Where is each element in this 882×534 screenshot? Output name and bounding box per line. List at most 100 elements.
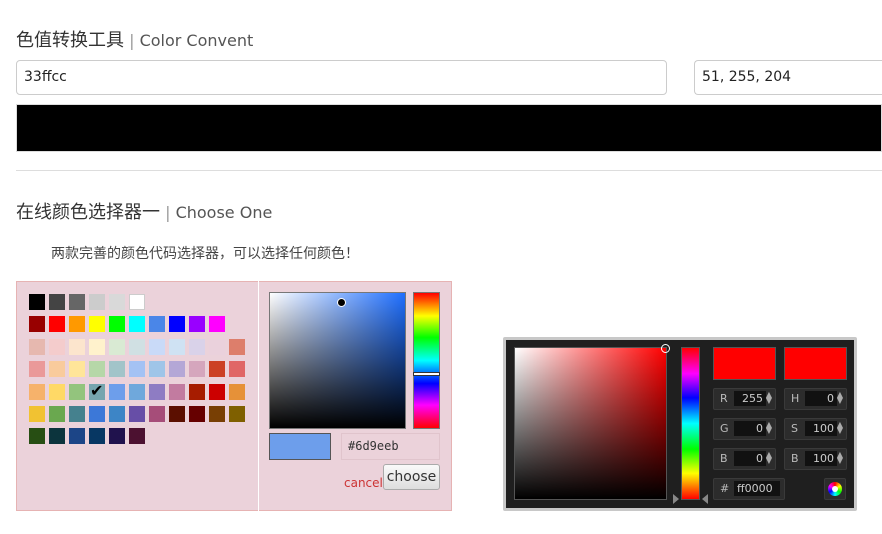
palette-swatch[interactable]: [129, 361, 145, 377]
choose-button[interactable]: choose: [383, 464, 440, 490]
palette-swatch[interactable]: [189, 339, 205, 355]
hex-input[interactable]: 33ffcc: [16, 60, 667, 95]
palette-swatch[interactable]: [149, 361, 165, 377]
spinner-icon[interactable]: ▲ ▼: [766, 421, 772, 435]
palette-swatch[interactable]: [29, 316, 45, 332]
palette-swatch[interactable]: [189, 361, 205, 377]
palette-swatch[interactable]: [129, 339, 145, 355]
hex-field[interactable]: # ff0000: [713, 478, 785, 500]
spinner-icon[interactable]: ▲ ▼: [766, 451, 772, 465]
palette-swatch[interactable]: [189, 406, 205, 422]
palette-swatch[interactable]: [149, 316, 165, 332]
palette-swatch[interactable]: [69, 294, 85, 310]
palette-swatch[interactable]: [89, 316, 105, 332]
palette-swatch[interactable]: [109, 406, 125, 422]
palette-swatch[interactable]: [209, 339, 225, 355]
palette-swatch[interactable]: [29, 294, 45, 310]
palette-swatch[interactable]: [189, 316, 205, 332]
palette-swatch[interactable]: [209, 406, 225, 422]
cancel-link[interactable]: cancel: [344, 476, 383, 490]
palette-swatch[interactable]: [29, 361, 45, 377]
palette-swatch[interactable]: [69, 361, 85, 377]
palette-swatch[interactable]: [229, 361, 245, 377]
saturation-brightness-area[interactable]: [514, 344, 670, 500]
palette-swatch[interactable]: [109, 384, 125, 400]
palette-swatch[interactable]: [69, 316, 85, 332]
palette-swatch[interactable]: [169, 384, 185, 400]
b-value[interactable]: 0: [734, 451, 766, 466]
color-wheel-icon[interactable]: [824, 478, 846, 500]
hue-right-arrow-icon[interactable]: [702, 494, 708, 504]
palette-swatch[interactable]: [169, 339, 185, 355]
brightness-value[interactable]: 100: [805, 451, 837, 466]
s-value[interactable]: 100: [805, 421, 837, 436]
palette-swatch[interactable]: [229, 406, 245, 422]
palette-swatch[interactable]: [189, 384, 205, 400]
palette-swatch[interactable]: [69, 428, 85, 444]
palette-swatch[interactable]: [109, 316, 125, 332]
palette-swatch[interactable]: [109, 428, 125, 444]
brightness-field[interactable]: B 100 ▲ ▼: [784, 448, 847, 470]
hue-left-arrow-icon[interactable]: [673, 494, 679, 504]
palette-swatch[interactable]: [49, 384, 65, 400]
palette-swatch[interactable]: [169, 361, 185, 377]
sb-cursor[interactable]: [661, 344, 670, 353]
spinner-icon[interactable]: ▲ ▼: [837, 421, 843, 435]
palette-swatch[interactable]: [109, 339, 125, 355]
palette-swatch[interactable]: [69, 406, 85, 422]
r-value[interactable]: 255: [734, 391, 766, 406]
palette-swatch[interactable]: [49, 428, 65, 444]
palette-swatch[interactable]: [169, 406, 185, 422]
spinner-icon[interactable]: ▲ ▼: [837, 451, 843, 465]
palette-swatch[interactable]: [89, 406, 105, 422]
palette-swatch[interactable]: [109, 294, 125, 310]
palette-swatch[interactable]: [89, 361, 105, 377]
palette-swatch[interactable]: [149, 339, 165, 355]
palette-swatch[interactable]: [49, 316, 65, 332]
palette-swatch[interactable]: [89, 339, 105, 355]
palette-swatch[interactable]: [209, 384, 225, 400]
palette-swatch[interactable]: [29, 339, 45, 355]
palette-swatch[interactable]: [29, 406, 45, 422]
r-field[interactable]: R 255 ▲ ▼: [713, 388, 776, 410]
palette-swatch[interactable]: [129, 316, 145, 332]
palette-swatch[interactable]: [89, 294, 105, 310]
palette-swatch[interactable]: [129, 294, 145, 310]
palette-swatch[interactable]: [209, 361, 225, 377]
palette-swatch[interactable]: [69, 384, 85, 400]
palette-swatch[interactable]: [109, 361, 125, 377]
saturation-value-area[interactable]: [269, 292, 406, 429]
palette-swatch[interactable]: [89, 381, 105, 400]
hue-slider-handle[interactable]: [413, 372, 440, 376]
palette-swatch[interactable]: [49, 361, 65, 377]
palette-swatch[interactable]: [229, 339, 245, 355]
palette-swatch[interactable]: [229, 384, 245, 400]
hex-value[interactable]: ff0000: [734, 481, 780, 496]
hue-slider[interactable]: [413, 292, 440, 429]
spinner-icon[interactable]: ▲ ▼: [766, 391, 772, 405]
palette-swatch[interactable]: [49, 339, 65, 355]
palette-swatch[interactable]: [89, 428, 105, 444]
palette-swatch[interactable]: [149, 406, 165, 422]
hex-value-field[interactable]: #6d9eeb: [341, 433, 440, 460]
palette-swatch[interactable]: [49, 294, 65, 310]
palette-swatch[interactable]: [49, 406, 65, 422]
b-field[interactable]: B 0 ▲ ▼: [713, 448, 776, 470]
h-value[interactable]: 0: [805, 391, 837, 406]
palette-swatch[interactable]: [129, 406, 145, 422]
palette-swatch[interactable]: [29, 384, 45, 400]
palette-swatch[interactable]: [69, 339, 85, 355]
rgb-input[interactable]: 51, 255, 204: [694, 60, 882, 95]
hue-bar[interactable]: [681, 347, 700, 500]
palette-swatch[interactable]: [149, 384, 165, 400]
current-color-swatch[interactable]: [784, 347, 847, 380]
palette-swatch[interactable]: [169, 316, 185, 332]
g-field[interactable]: G 0 ▲ ▼: [713, 418, 776, 440]
palette-swatch[interactable]: [29, 428, 45, 444]
s-field[interactable]: S 100 ▲ ▼: [784, 418, 847, 440]
sv-cursor[interactable]: [337, 298, 346, 307]
g-value[interactable]: 0: [734, 421, 766, 436]
palette-swatch[interactable]: [209, 316, 225, 332]
palette-swatch[interactable]: [129, 428, 145, 444]
spinner-icon[interactable]: ▲ ▼: [837, 391, 843, 405]
